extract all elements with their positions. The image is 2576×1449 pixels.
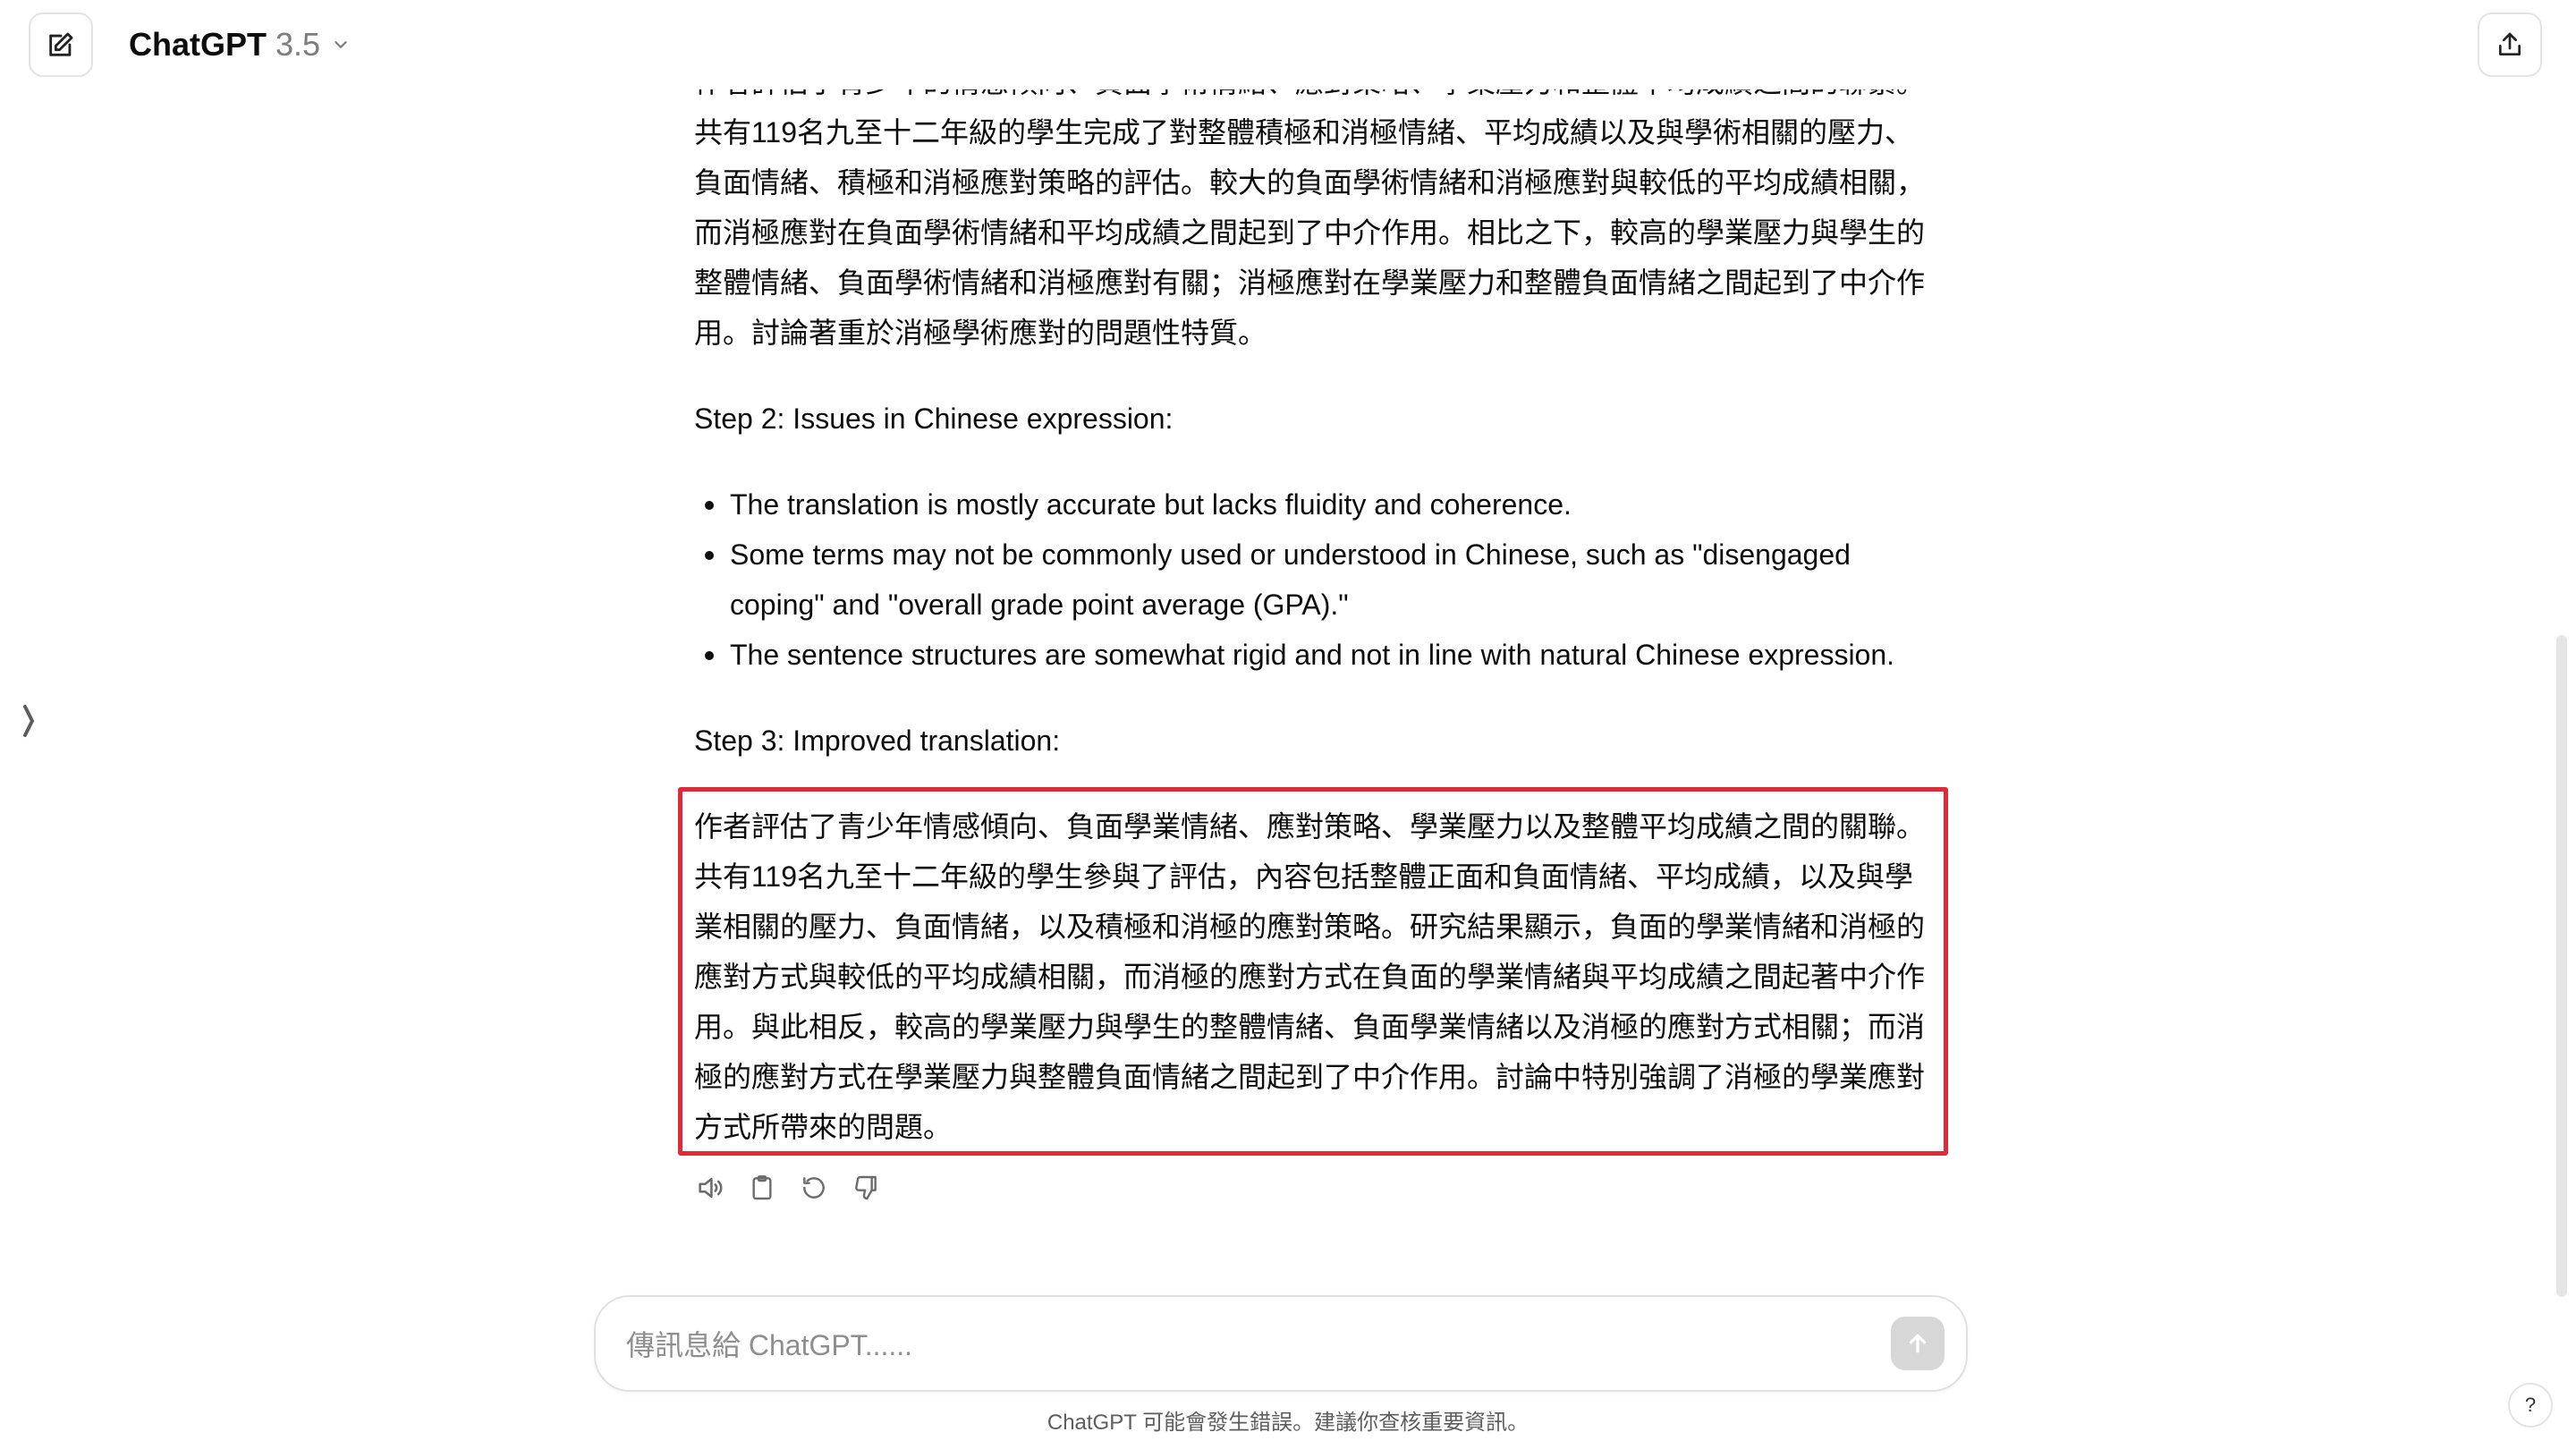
regenerate-button[interactable] — [798, 1172, 830, 1204]
message-composer — [594, 1295, 1968, 1392]
send-button[interactable] — [1891, 1317, 1945, 1370]
step2-heading: Step 2: Issues in Chinese expression: — [694, 402, 1174, 435]
list-item: The translation is mostly accurate but l… — [694, 479, 1928, 530]
edit-icon — [49, 32, 73, 56]
chevron-down-icon — [335, 41, 347, 48]
top-bar: ChatGPT 3.5 — [0, 0, 2576, 89]
thumbs-down-button[interactable] — [850, 1172, 882, 1204]
arrow-up-icon — [1909, 1334, 1927, 1353]
message-input[interactable] — [626, 1322, 1843, 1368]
read-aloud-button[interactable] — [694, 1172, 726, 1204]
question-mark-icon: ? — [2524, 1394, 2537, 1416]
new-chat-button[interactable] — [29, 13, 93, 77]
thumbs-down-icon — [855, 1175, 877, 1200]
improved-translation-block: 作者評估了青少年情感傾向、負面學業情緒、應對策略、學業壓力以及整體平均成績之間的… — [678, 787, 1948, 1156]
share-icon — [2499, 32, 2521, 55]
sidebar-toggle[interactable] — [18, 699, 39, 742]
step3-heading: Step 3: Improved translation: — [694, 724, 1061, 757]
help-button[interactable]: ? — [2508, 1383, 2553, 1428]
clipboard-icon — [752, 1175, 772, 1200]
model-selector[interactable]: ChatGPT 3.5 — [129, 20, 351, 70]
improved-translation: 作者評估了青少年情感傾向、負面學業情緒、應對策略、學業壓力以及整體平均成績之間的… — [694, 810, 1926, 1143]
model-version: 3.5 — [275, 26, 321, 63]
first-translation: 共有119名九至十二年級的學生完成了對整體積極和消極情緒、平均成績以及與學術相關… — [694, 116, 1926, 349]
speaker-icon — [699, 1177, 723, 1199]
assistant-message: 作者評估了青少年的情感傾向、負面學術情緒、應對策略、學業壓力和整體平均成績之間的… — [678, 75, 1948, 1156]
copy-button[interactable] — [746, 1172, 778, 1204]
model-name: ChatGPT — [129, 26, 267, 63]
scrollbar[interactable] — [2556, 635, 2567, 1297]
refresh-icon — [803, 1177, 825, 1199]
message-actions — [694, 1172, 882, 1204]
list-item: Some terms may not be commonly used or u… — [694, 530, 1928, 630]
chevron-right-icon — [23, 705, 35, 737]
share-button[interactable] — [2478, 13, 2542, 77]
disclaimer-text: ChatGPT 可能會發生錯誤。建議你查核重要資訊。 — [1046, 1411, 1530, 1435]
issues-list: The translation is mostly accurate but l… — [694, 479, 1928, 680]
list-item: The sentence structures are somewhat rig… — [694, 630, 1928, 680]
